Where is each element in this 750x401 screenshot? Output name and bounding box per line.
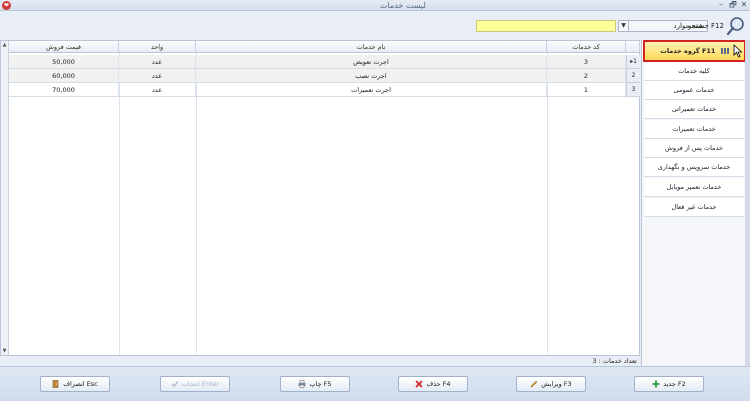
- price-cell[interactable]: 70,000: [9, 83, 119, 97]
- name-cell[interactable]: اجرت نصب: [196, 69, 547, 83]
- name-cell[interactable]: اجرت تعمیرات: [196, 83, 547, 97]
- search-bar: ▼ همه موارد جستجو F12: [0, 11, 750, 40]
- price-cell[interactable]: 50,000: [9, 55, 119, 69]
- search-label: جستجو F12: [688, 22, 724, 30]
- record-count: تعداد خدمات : 3: [592, 357, 637, 365]
- code-cell[interactable]: 1: [547, 83, 626, 97]
- column-header-unit[interactable]: واحد: [119, 41, 196, 53]
- print-label: چاپ F5: [309, 380, 332, 388]
- side-panel-scrollbar[interactable]: [745, 40, 750, 366]
- new-label: جدید F2: [663, 380, 686, 388]
- column-header-index: [626, 41, 640, 53]
- chevron-down-icon[interactable]: ▼: [619, 21, 629, 31]
- row-index-value: 1: [633, 58, 637, 65]
- title-bar: ❤ لیست خدمات – 🗗 ✕: [0, 0, 750, 11]
- code-cell[interactable]: 2: [547, 69, 626, 83]
- app-logo-icon: ❤: [2, 1, 11, 10]
- unit-cell[interactable]: عدد: [119, 55, 196, 69]
- check-icon: [171, 381, 179, 387]
- column-divider: [196, 53, 197, 355]
- printer-icon: [298, 380, 306, 388]
- row-index[interactable]: 3: [626, 83, 640, 97]
- table-vertical-scrollbar[interactable]: ▲ ▼: [1, 41, 9, 355]
- service-groups-panel: گروه خدمات F11 کلیه خدمات خدمات عمومی خد…: [641, 40, 750, 366]
- select-button[interactable]: انتخاب Enter: [160, 376, 230, 392]
- edit-button[interactable]: ویرایش F3: [516, 376, 586, 392]
- row-index[interactable]: ▸1: [626, 55, 640, 69]
- side-item-all-services[interactable]: کلیه خدمات: [644, 62, 744, 81]
- select-label: انتخاب Enter: [181, 380, 220, 388]
- row-index[interactable]: 2: [626, 69, 640, 83]
- search-icon[interactable]: [726, 16, 746, 36]
- edit-label: ویرایش F3: [541, 380, 572, 388]
- service-groups-header[interactable]: گروه خدمات F11: [643, 40, 746, 62]
- print-button[interactable]: چاپ F5: [280, 376, 350, 392]
- side-item-repair-services[interactable]: خدمات تعمیراتی: [644, 100, 744, 119]
- code-cell[interactable]: 3: [547, 55, 626, 69]
- plus-icon: [652, 380, 660, 388]
- side-item-maintenance[interactable]: خدمات سرویس و نگهداری: [644, 158, 744, 177]
- exit-door-icon: [52, 380, 59, 388]
- side-item-repairs[interactable]: خدمات تعمیرات: [644, 120, 744, 139]
- service-groups-label: گروه خدمات F11: [660, 47, 716, 55]
- side-item-inactive[interactable]: خدمات غیر فعال: [644, 198, 744, 217]
- column-header-price[interactable]: قیمت فروش: [9, 41, 119, 53]
- scroll-up-icon[interactable]: ▲: [1, 41, 8, 49]
- column-divider: [119, 53, 120, 355]
- delete-button[interactable]: حذف F4: [398, 376, 468, 392]
- column-header-code[interactable]: کد خدمات: [547, 41, 626, 53]
- price-cell[interactable]: 60,000: [9, 69, 119, 83]
- action-bar: انصراف Esc انتخاب Enter چاپ F5 حذف F4 وی…: [0, 366, 750, 401]
- name-cell[interactable]: اجرت تعویض: [196, 55, 547, 69]
- window-title: لیست خدمات: [380, 1, 426, 10]
- delete-x-icon: [415, 380, 424, 388]
- unit-cell[interactable]: عدد: [119, 69, 196, 83]
- minimize-button[interactable]: –: [716, 0, 726, 10]
- search-input[interactable]: [476, 20, 616, 32]
- column-header-name[interactable]: نام خدمات: [196, 41, 547, 53]
- side-item-general-services[interactable]: خدمات عمومی: [644, 81, 744, 100]
- side-item-mobile-repair[interactable]: خدمات تعمیر موبایل: [644, 178, 744, 197]
- close-button[interactable]: ✕: [739, 0, 749, 10]
- pencil-icon: [530, 380, 538, 388]
- delete-label: حذف F4: [426, 380, 451, 388]
- side-item-after-sales[interactable]: خدمات پس از فروش: [644, 139, 744, 158]
- restore-button[interactable]: 🗗: [728, 0, 738, 10]
- services-table[interactable]: ▲ ▼ قیمت فروش واحد نام خدمات کد خدمات 50…: [0, 40, 640, 356]
- grid-icon: [720, 48, 729, 54]
- mouse-cursor-icon: [733, 44, 743, 58]
- new-button[interactable]: جدید F2: [634, 376, 704, 392]
- cancel-button[interactable]: انصراف Esc: [40, 376, 110, 392]
- cancel-label: انصراف Esc: [63, 380, 98, 388]
- unit-cell[interactable]: عدد: [119, 83, 196, 97]
- scroll-down-icon[interactable]: ▼: [1, 347, 8, 355]
- column-divider: [547, 53, 548, 355]
